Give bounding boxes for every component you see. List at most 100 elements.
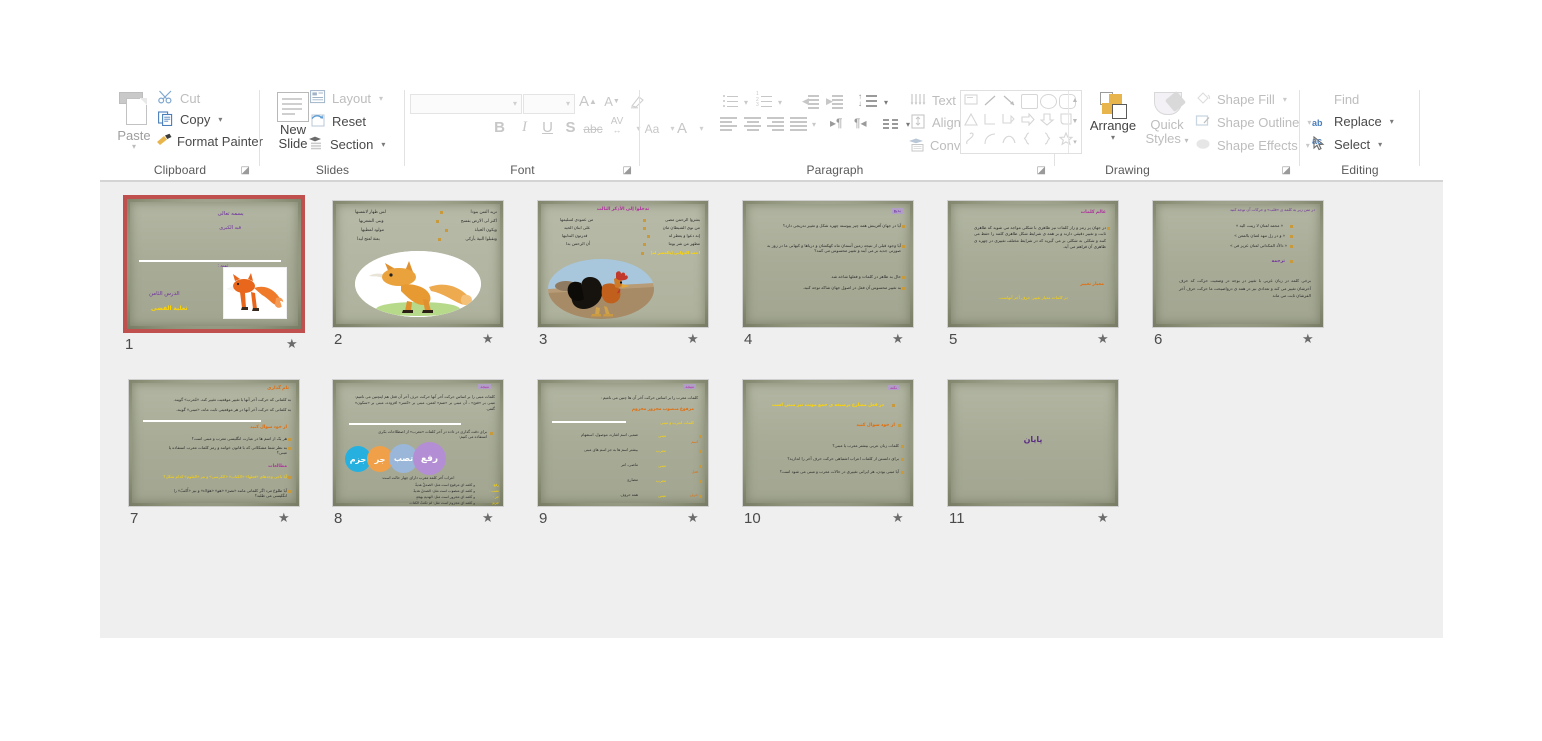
select-button[interactable]: Select ▾ (1312, 135, 1382, 152)
slide-9-row-4-cat: حرف (689, 493, 698, 497)
replace-button[interactable]: ab ac Replace ▾ (1312, 113, 1394, 146)
slide-thumbnail-4[interactable]: بدیع آیا در جهان آفرینش همه چیز پیوسته چ… (742, 200, 914, 360)
slide-7-q-1: به نظر شما مشکلاتی که با قانون خوانند و … (168, 445, 287, 456)
slide-5-frame[interactable]: عالم کلمات در جهان پر رمز و راز کلمات نی… (947, 200, 1119, 328)
slide-8-frame[interactable]: نتیجه کلمات مبنی را بر اساس حرکت آخر آنه… (332, 379, 504, 507)
chevron-down-icon[interactable]: ▾ (218, 115, 222, 124)
slide-1-frame[interactable]: بسمه تعالی قبه الکبری تهیه : الدرس الثام… (123, 195, 305, 333)
format-painter-icon (155, 133, 172, 149)
align-center-button[interactable] (744, 116, 761, 131)
slide-1-line-4: ثعلبة الفضی (151, 306, 188, 312)
slide-10-frame[interactable]: نکته در فعل مضارع برصیغه ی جمع مونث نیز … (742, 379, 914, 507)
bullets-button[interactable] (723, 94, 740, 109)
chevron-down-icon[interactable]: ▾ (1283, 95, 1287, 104)
increase-font-size-button[interactable]: A ▲ (577, 92, 599, 111)
slide-9-frame[interactable]: نتیجه کلمات معرب را بر اساس حرکت آخر آن … (537, 379, 709, 507)
chevron-down-icon[interactable]: ▾ (381, 140, 385, 149)
slide-2-animation-icon[interactable]: ★ (482, 331, 494, 347)
shapes-scrollbar[interactable]: ▲ ▼ ▾ (1068, 91, 1081, 153)
slide-thumbnail-11[interactable]: پایان 11 ★ (947, 379, 1119, 539)
slide-thumbnail-5[interactable]: عالم کلمات در جهان پر رمز و راز کلمات نی… (947, 200, 1119, 360)
clipboard-dialog-launcher[interactable]: ◪ (241, 165, 250, 176)
line-spacing-button[interactable]: ↑ ↓ (858, 93, 877, 109)
slide-2-frame[interactable]: ترید الفتن بنودا اکثر لی الارض بفسح ویکو… (332, 200, 504, 328)
font-size-combo[interactable]: ▾ (523, 94, 575, 114)
bullets-caret[interactable]: ▾ (744, 98, 748, 107)
increase-indent-button[interactable]: ▶ (826, 94, 844, 109)
slide-3-frame[interactable]: تدخلوا إلی الأذکر الثالث بشروا الرحمن مض… (537, 200, 709, 328)
slide-thumbnail-8[interactable]: نتیجه کلمات مبنی را بر اساس حرکت آخر آنه… (332, 379, 504, 539)
columns-button[interactable] (883, 118, 900, 133)
shape-fill-button[interactable]: Shape Fill ▾ (1195, 91, 1287, 107)
slide-11-frame[interactable]: پایان (947, 379, 1119, 507)
chevron-down-icon[interactable]: ▾ (379, 94, 383, 103)
slide-1-animation-icon[interactable]: ★ (286, 336, 298, 352)
font-name-combo[interactable]: ▾ (410, 94, 522, 114)
chevron-down-icon[interactable]: ▾ (513, 99, 517, 108)
slide-thumbnail-10[interactable]: نکته در فعل مضارع برصیغه ی جمع مونث نیز … (742, 379, 914, 539)
chevron-down-icon[interactable]: ▾ (108, 143, 160, 151)
text-shadow-button[interactable]: S (561, 118, 580, 137)
slide-4-animation-icon[interactable]: ★ (892, 331, 904, 347)
slide-8-animation-icon[interactable]: ★ (482, 510, 494, 526)
drawing-dialog-launcher[interactable]: ◪ (1282, 165, 1291, 176)
slide-7-animation-icon[interactable]: ★ (278, 510, 290, 526)
line-spacing-caret[interactable]: ▾ (884, 98, 888, 107)
slide-thumbnail-7[interactable]: نام گذاری به کلماتی که حرکت آخر آنها با … (128, 379, 300, 539)
slide-10-animation-icon[interactable]: ★ (892, 510, 904, 526)
reset-button[interactable]: Reset (310, 113, 366, 129)
slide-4-frame[interactable]: بدیع آیا در جهان آفرینش همه چیز پیوسته چ… (742, 200, 914, 328)
slide-sorter-pane[interactable]: بسمه تعالی قبه الکبری تهیه : الدرس الثام… (100, 182, 1443, 638)
slide-thumbnail-9[interactable]: نتیجه کلمات معرب را بر اساس حرکت آخر آن … (537, 379, 709, 539)
chevron-down-icon[interactable]: ▾ (1087, 133, 1139, 142)
arrange-button[interactable]: Arrange ▾ (1087, 88, 1139, 142)
slide-7-title: نام گذاری (267, 385, 289, 390)
shape-effects-button[interactable]: Shape Effects ▾ (1195, 137, 1310, 153)
rtl-button[interactable]: ¶◂ (854, 116, 866, 130)
section-button[interactable]: Section ▾ (308, 136, 385, 152)
slide-9-animation-icon[interactable]: ★ (687, 510, 699, 526)
scroll-up-icon[interactable]: ▲ (1069, 91, 1081, 111)
justify-button[interactable] (790, 116, 807, 131)
cut-button[interactable]: Cut (158, 90, 200, 106)
copy-button[interactable]: Copy ▾ (158, 111, 222, 127)
chevron-down-icon[interactable]: ▾ (566, 99, 570, 108)
shapes-more-icon[interactable]: ▾ (1069, 133, 1081, 153)
decrease-indent-button[interactable]: ◀ (802, 94, 820, 109)
slide-3-animation-icon[interactable]: ★ (687, 331, 699, 347)
paste-button[interactable]: Paste ▾ (108, 88, 160, 170)
format-painter-button[interactable]: Format Painter (155, 133, 263, 149)
find-button[interactable]: Find (1312, 91, 1359, 107)
slide-5-note: در کلمات معیار تغییر: حرف آخر آنهاست. (998, 295, 1068, 300)
slide-6-frame[interactable]: در متن زیر به کلمه ی «قلب» و حرکات آن تو… (1152, 200, 1324, 328)
slide-thumbnail-6[interactable]: در متن زیر به کلمه ی «قلب» و حرکات آن تو… (1152, 200, 1324, 360)
slide-11-content: پایان (948, 380, 1118, 506)
underline-button[interactable]: U (538, 118, 557, 137)
justify-caret[interactable]: ▾ (812, 120, 816, 129)
layout-icon (310, 90, 327, 106)
slide-5-animation-icon[interactable]: ★ (1097, 331, 1109, 347)
chevron-down-icon[interactable]: ▾ (1378, 140, 1382, 149)
layout-button[interactable]: Layout ▾ (310, 90, 383, 106)
align-right-button[interactable] (767, 116, 784, 131)
italic-button[interactable]: I (515, 118, 534, 137)
shape-outline-button[interactable]: Shape Outline ▾ (1195, 114, 1311, 130)
slide-thumbnail-2[interactable]: ترید الفتن بنودا اکثر لی الارض بفسح ویکو… (332, 200, 504, 360)
strikethrough-button[interactable]: abc (581, 119, 605, 138)
shapes-gallery[interactable]: ▲ ▼ ▾ (960, 90, 1082, 154)
slide-9-number: 9 (539, 510, 548, 527)
bold-button[interactable]: B (490, 118, 509, 137)
slide-7-frame[interactable]: نام گذاری به کلماتی که حرکت آخر آنها با … (128, 379, 300, 507)
numbering-caret[interactable]: ▾ (778, 98, 782, 107)
quick-styles-button[interactable]: Quick Styles ▾ (1143, 88, 1191, 148)
numbering-button[interactable]: 123 (756, 91, 774, 109)
ltr-button[interactable]: ▸¶ (830, 116, 842, 130)
scroll-down-icon[interactable]: ▼ (1069, 112, 1081, 132)
slide-thumbnail-3[interactable]: تدخلوا إلی الأذکر الثالث بشروا الرحمن مض… (537, 200, 709, 360)
chevron-down-icon[interactable]: ▾ (1390, 117, 1394, 126)
slide-11-animation-icon[interactable]: ★ (1097, 510, 1109, 526)
columns-caret[interactable]: ▾ (906, 120, 910, 129)
align-left-button[interactable] (720, 116, 737, 131)
slide-thumbnail-1[interactable]: بسمه تعالی قبه الکبری تهیه : الدرس الثام… (123, 195, 310, 360)
slide-6-animation-icon[interactable]: ★ (1302, 331, 1314, 347)
